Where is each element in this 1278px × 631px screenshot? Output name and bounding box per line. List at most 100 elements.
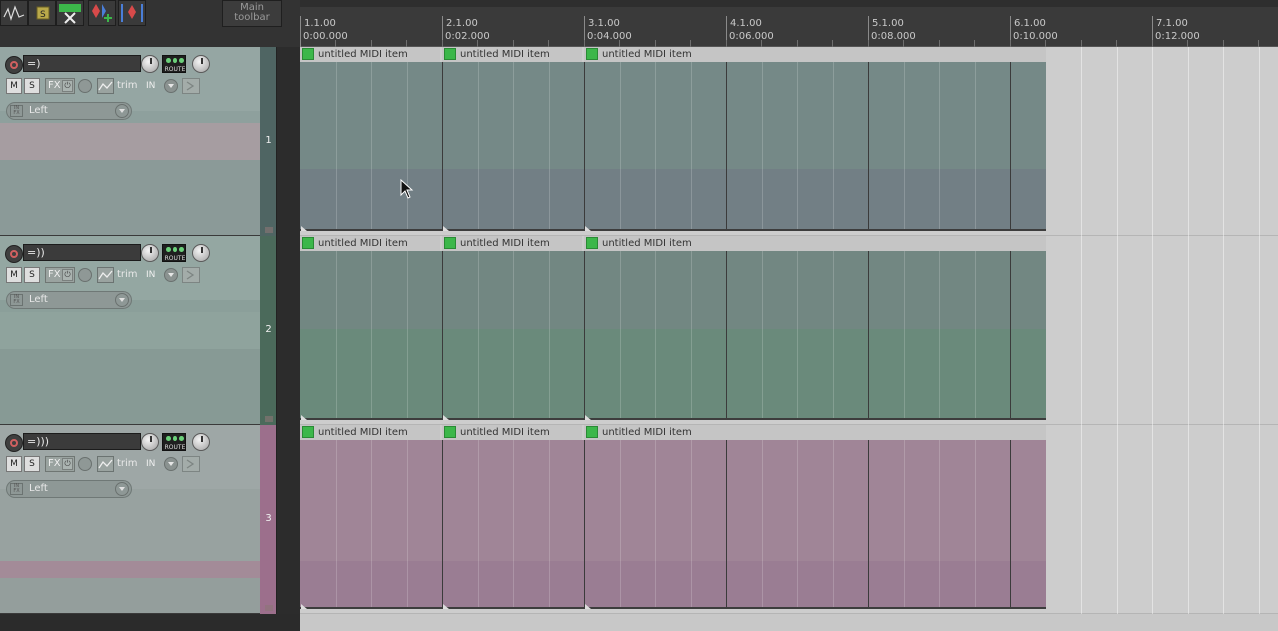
track-name-field[interactable]: =))) <box>23 433 141 450</box>
phase-invert-button[interactable] <box>78 457 92 471</box>
track-lane-2[interactable]: untitled MIDI item untitled MIDI item unti… <box>300 236 1278 425</box>
ruler-bar-label: 7.1.00 <box>1156 18 1188 29</box>
fx-button[interactable]: FX ⏻ <box>45 78 75 94</box>
midi-item-body[interactable] <box>300 251 1046 420</box>
input-select[interactable]: IN <box>142 78 178 94</box>
solo-button[interactable]: S <box>24 267 40 283</box>
item-fade-handle[interactable] <box>585 604 591 609</box>
solo-button[interactable]: S <box>24 78 40 94</box>
timeline-ruler[interactable]: 1.1.00 0:00.000 2.1.00 0:02.000 3.1.00 0:04.0… <box>300 0 1278 47</box>
record-monitor-button[interactable] <box>182 78 200 94</box>
input-select[interactable]: IN <box>142 267 178 283</box>
grid-line <box>1152 236 1153 425</box>
track-lane-1[interactable]: untitled MIDI item untitled MIDI item unti… <box>300 47 1278 236</box>
midi-item-header[interactable]: untitled MIDI item <box>584 47 1046 62</box>
item-fade-handle[interactable] <box>443 415 449 420</box>
track-name-field[interactable]: =)) <box>23 244 141 261</box>
pan-knob[interactable] <box>192 433 210 451</box>
midi-item-header[interactable]: untitled MIDI item <box>300 47 440 62</box>
record-monitor-button[interactable] <box>182 267 200 283</box>
item-fade-handle[interactable] <box>585 415 591 420</box>
mute-button[interactable]: M <box>6 267 22 283</box>
track-panel-band <box>0 312 260 349</box>
volume-knob[interactable] <box>141 244 159 262</box>
track-panel-1[interactable]: =) ROUTE M S FX ⏻ trim IN IN FX Left <box>0 47 260 236</box>
track-number-strip[interactable]: 1 <box>260 47 277 236</box>
track-panel-band <box>0 561 260 578</box>
item-fade-handle[interactable] <box>301 604 307 609</box>
track-panel-3[interactable]: =))) ROUTE M S FX ⏻ trim IN IN FX Left <box>0 425 260 614</box>
route-button[interactable]: ROUTE <box>162 55 186 73</box>
fx-bypass-icon[interactable]: ⏻ <box>62 458 73 470</box>
track-name-field[interactable]: =) <box>23 55 141 72</box>
ruler-minor-tick <box>619 40 620 47</box>
io-routing-dropdown[interactable]: IN FX Left <box>6 102 132 120</box>
midi-item-body[interactable] <box>300 62 1046 231</box>
record-arm-button[interactable] <box>5 245 23 263</box>
add-region-icon[interactable] <box>118 0 146 26</box>
automation-mode-button[interactable]: trim <box>97 267 139 283</box>
snap-icon[interactable]: S <box>28 0 56 26</box>
fx-bypass-icon[interactable]: ⏻ <box>62 80 73 92</box>
record-monitor-button[interactable] <box>182 456 200 472</box>
midi-item-header[interactable]: untitled MIDI item <box>584 425 1046 440</box>
midi-item-header[interactable]: untitled MIDI item <box>300 236 440 251</box>
automation-mode-button[interactable]: trim <box>97 456 139 472</box>
midi-item-header[interactable]: untitled MIDI item <box>442 236 582 251</box>
ruler-time-label: 0:02.000 <box>445 31 490 42</box>
solo-button[interactable]: S <box>24 456 40 472</box>
track-panel-2[interactable]: =)) ROUTE M S FX ⏻ trim IN IN FX Left <box>0 236 260 425</box>
main-toolbar-label[interactable]: Main toolbar <box>222 0 282 27</box>
item-fade-handle[interactable] <box>301 226 307 231</box>
midi-item-body[interactable] <box>300 440 1046 609</box>
grid-line <box>762 251 763 418</box>
fx-button[interactable]: FX ⏻ <box>45 267 75 283</box>
tcp-divider[interactable] <box>277 47 300 614</box>
volume-knob[interactable] <box>141 55 159 73</box>
phase-invert-button[interactable] <box>78 268 92 282</box>
input-label: IN <box>146 81 156 91</box>
record-arm-button[interactable] <box>5 434 23 452</box>
fx-bypass-icon[interactable]: ⏻ <box>62 269 73 281</box>
pan-knob[interactable] <box>192 55 210 73</box>
arrange-view[interactable]: untitled MIDI item untitled MIDI item unti… <box>300 47 1278 631</box>
track-number-strip[interactable]: 3 <box>260 425 277 614</box>
io-routing-dropdown[interactable]: IN FX Left <box>6 291 132 309</box>
grid-line <box>726 62 727 229</box>
main-toolbar: S Main toolbar <box>0 0 300 47</box>
grid-line <box>797 62 798 229</box>
midi-item-header[interactable]: untitled MIDI item <box>442 425 582 440</box>
record-arm-button[interactable] <box>5 56 23 74</box>
automation-mode-button[interactable]: trim <box>97 78 139 94</box>
fx-button[interactable]: FX ⏻ <box>45 456 75 472</box>
volume-knob[interactable] <box>141 433 159 451</box>
mute-button[interactable]: M <box>6 78 22 94</box>
track-lane-3[interactable]: untitled MIDI item untitled MIDI item unti… <box>300 425 1278 614</box>
track-number-strip[interactable]: 2 <box>260 236 277 425</box>
item-fade-handle[interactable] <box>301 415 307 420</box>
item-fade-handle[interactable] <box>585 226 591 231</box>
route-button[interactable]: ROUTE <box>162 244 186 262</box>
midi-item-header[interactable]: untitled MIDI item <box>584 236 1046 251</box>
ruler-minor-tick <box>584 40 585 47</box>
split-scissors-icon[interactable] <box>56 0 84 26</box>
mute-button[interactable]: M <box>6 456 22 472</box>
route-button[interactable]: ROUTE <box>162 433 186 451</box>
pan-knob[interactable] <box>192 244 210 262</box>
grid-line <box>584 251 585 418</box>
grid-line <box>1117 47 1118 236</box>
envelope-tool-icon[interactable] <box>0 0 28 26</box>
track-panel-lower <box>0 578 260 613</box>
ruler-minor-tick <box>655 40 656 47</box>
io-routing-dropdown[interactable]: IN FX Left <box>6 480 132 498</box>
midi-item-header[interactable]: untitled MIDI item <box>442 47 582 62</box>
item-fade-handle[interactable] <box>443 226 449 231</box>
add-marker-icon[interactable] <box>88 0 116 26</box>
input-label: IN <box>146 270 156 280</box>
input-select[interactable]: IN <box>142 456 178 472</box>
item-fade-handle[interactable] <box>443 604 449 609</box>
grid-line <box>655 62 656 229</box>
phase-invert-button[interactable] <box>78 79 92 93</box>
midi-item-header[interactable]: untitled MIDI item <box>300 425 440 440</box>
grid-line <box>868 62 869 229</box>
